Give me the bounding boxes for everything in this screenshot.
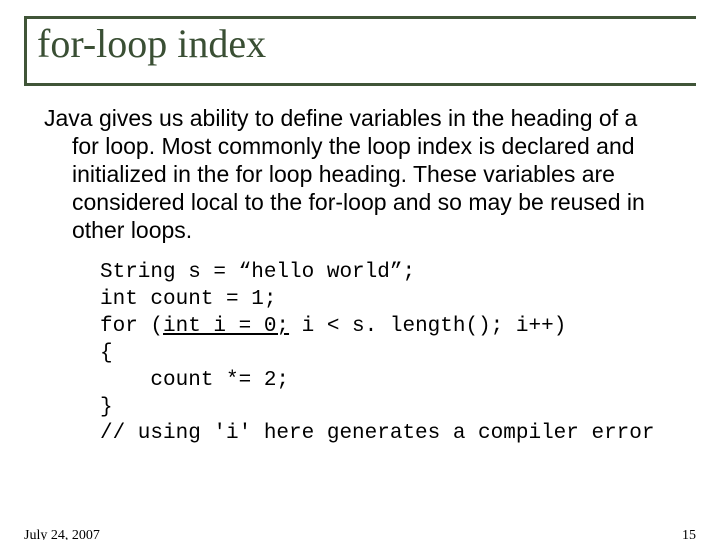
code-line-1: String s = “hello world”; (100, 261, 415, 284)
footer-page-number: 15 (682, 528, 696, 540)
slide-footer: July 24, 2007 15 (24, 528, 696, 540)
footer-date: July 24, 2007 (24, 528, 100, 540)
code-line-3b: i < s. length(); i++) (289, 315, 566, 338)
code-line-3-underlined: int i = 0; (163, 315, 289, 338)
slide-body: Java gives us ability to define variable… (44, 104, 666, 448)
code-line-6: } (100, 396, 113, 419)
title-frame: for-loop index (24, 16, 696, 86)
code-line-2: int count = 1; (100, 288, 276, 311)
code-line-7: // using 'i' here generates a compiler e… (100, 422, 655, 445)
slide-title: for-loop index (37, 19, 696, 65)
body-paragraph: Java gives us ability to define variable… (44, 104, 666, 244)
code-line-4: { (100, 342, 113, 365)
code-line-5: count *= 2; (100, 369, 289, 392)
slide: for-loop index Java gives us ability to … (0, 16, 720, 540)
code-block: String s = “hello world”; int count = 1;… (100, 260, 666, 448)
title-border: for-loop index (24, 16, 696, 86)
code-line-3a: for ( (100, 315, 163, 338)
